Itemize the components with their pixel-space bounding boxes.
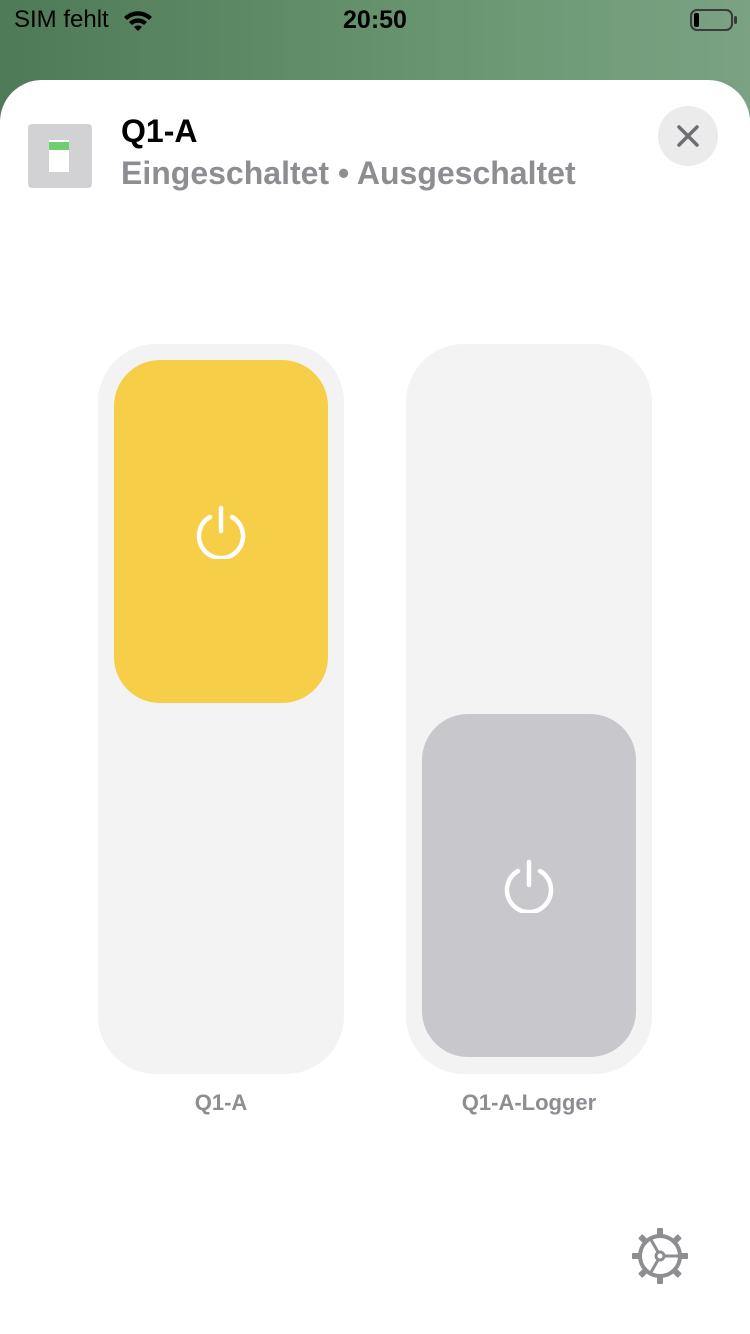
gear-icon[interactable]: [630, 1226, 690, 1286]
switch-indicator: [49, 142, 69, 150]
close-button[interactable]: [658, 106, 718, 166]
status-time: 20:50: [343, 6, 407, 34]
light-switch-icon: [28, 124, 92, 188]
close-icon: [677, 125, 699, 147]
switch-knob-off[interactable]: [422, 714, 636, 1057]
accessory-title: Q1-A: [121, 113, 198, 149]
battery-icon: [690, 9, 737, 31]
status-bar: SIM fehlt 20:50: [0, 0, 750, 40]
switch-q1-a-logger[interactable]: [406, 344, 652, 1074]
accessory-detail-sheet: Q1-A Eingeschaltet • Ausgeschaltet Q1-A …: [0, 80, 750, 1334]
switch-q1-a[interactable]: [98, 344, 344, 1074]
switch-label-q1-a-logger: Q1-A-Logger: [461, 1090, 597, 1115]
switch-knob-on[interactable]: [114, 360, 328, 703]
power-icon: [196, 505, 246, 559]
accessory-status: Eingeschaltet • Ausgeschaltet: [121, 155, 576, 191]
switch-label-q1-a: Q1-A: [194, 1090, 248, 1115]
power-icon: [504, 859, 554, 913]
